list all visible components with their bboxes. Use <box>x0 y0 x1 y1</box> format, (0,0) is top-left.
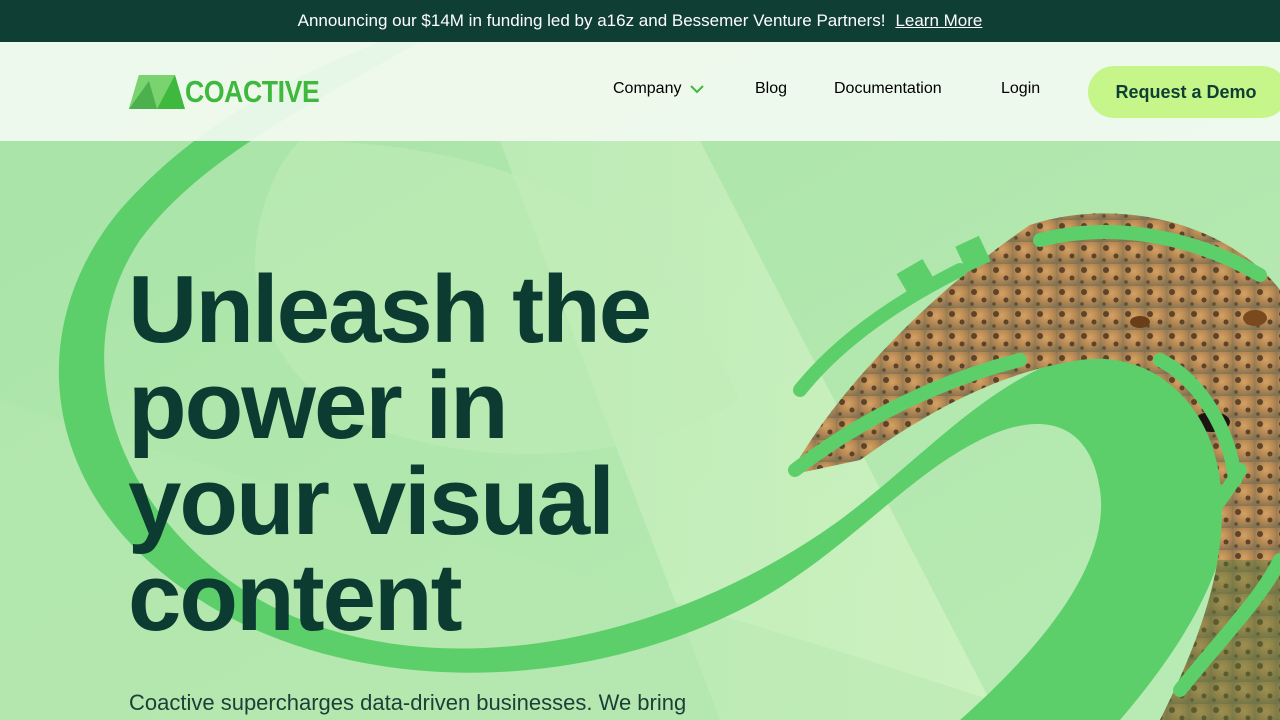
nav-blog[interactable]: Blog <box>755 80 787 98</box>
coactive-logo-icon <box>129 75 185 109</box>
hero-title: Unleash the power in your visual content <box>128 262 650 646</box>
logo-wordmark: COACTIVE <box>185 74 319 110</box>
nav-login[interactable]: Login <box>1001 80 1040 98</box>
nav-documentation[interactable]: Documentation <box>834 80 942 98</box>
nav-company-label: Company <box>613 80 681 98</box>
coactive-logo[interactable]: COACTIVE <box>129 75 341 109</box>
hero-title-line: your visual <box>128 454 650 550</box>
hero-title-line: power in <box>128 358 650 454</box>
learn-more-link[interactable]: Learn More <box>895 11 982 31</box>
hero-title-line: Unleash the <box>128 262 650 358</box>
request-demo-button[interactable]: Request a Demo <box>1088 66 1280 118</box>
nav-company[interactable]: Company <box>613 80 704 98</box>
announcement-message: Announcing our $14M in funding led by a1… <box>298 11 886 31</box>
hero-subtitle: Coactive supercharges data-driven busine… <box>129 690 686 716</box>
announcement-bar: Announcing our $14M in funding led by a1… <box>0 0 1280 42</box>
hero-title-line: content <box>128 550 650 646</box>
site-header: COACTIVE Company Blog Documentation Logi… <box>0 42 1280 141</box>
chevron-down-icon <box>690 85 704 94</box>
